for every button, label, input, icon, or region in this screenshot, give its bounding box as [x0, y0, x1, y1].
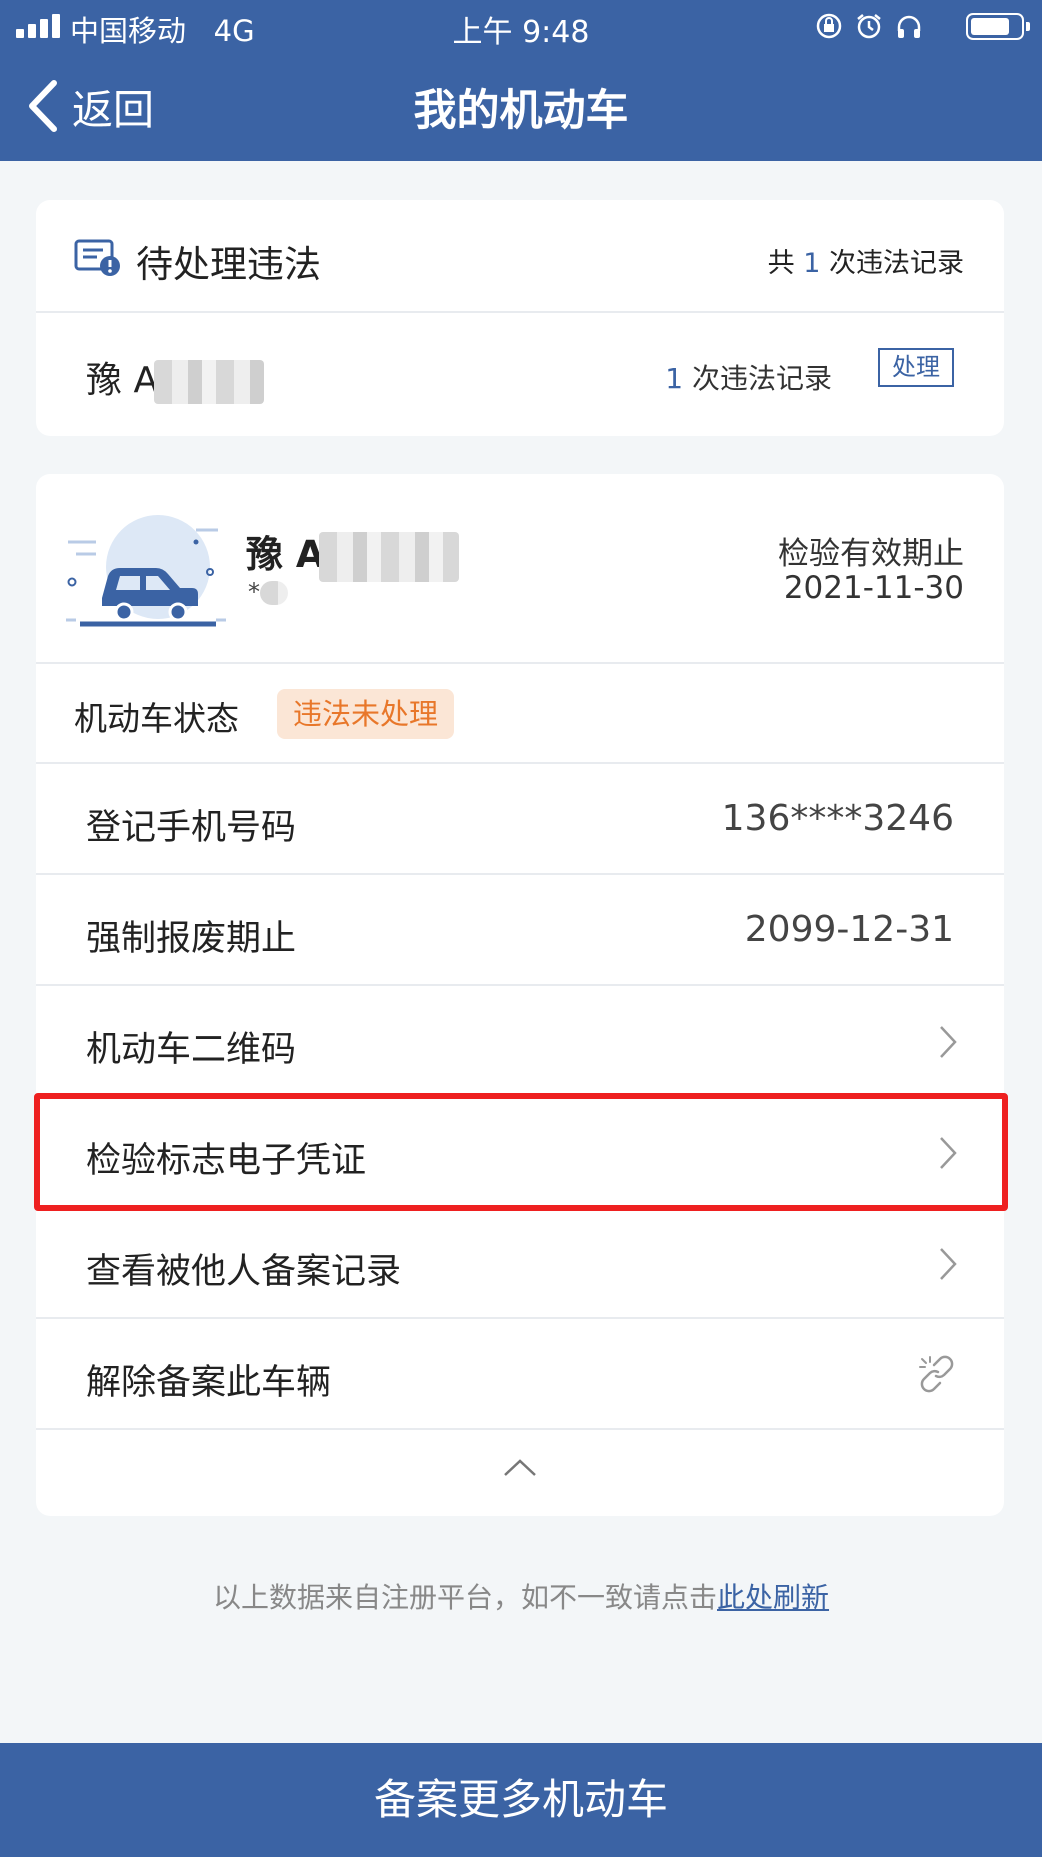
count-number: 1 [665, 362, 684, 395]
plate-text: 豫 A [86, 360, 159, 401]
handle-button[interactable]: 处理 [878, 348, 954, 387]
unbind-vehicle-label: 解除备案此车辆 [86, 1363, 332, 1403]
status-label: 机动车状态 [74, 699, 239, 738]
total-prefix: 共 [767, 248, 804, 279]
qr-code-label: 机动车二维码 [86, 1030, 297, 1070]
header: 中国移动 4G 上午 9:48 返回 我的机动车 [0, 0, 1042, 161]
highlight-annotation [34, 1093, 1008, 1211]
refresh-link[interactable]: 此处刷新 [717, 1581, 829, 1614]
total-count: 1 [803, 248, 821, 279]
status-badge: 违法未处理 [277, 689, 455, 739]
vehicle-sub-text: * [248, 578, 260, 606]
vehicle-card: 豫 A * 检验有效期止 2021-11-30 机动车状态 违法未处理 登记手机… [36, 474, 1004, 1516]
alarm-icon [857, 14, 881, 39]
scrap-date-label: 强制报废期止 [86, 919, 297, 959]
unlink-icon [919, 1355, 954, 1393]
vehicle-plate: 豫 A [246, 524, 459, 582]
count-suffix: 次违法记录 [683, 362, 832, 395]
scrap-date-row: 强制报废期止 2099-12-31 [36, 875, 1004, 986]
violations-header: 待处理违法 共 1 次违法记录 [36, 200, 1004, 313]
footnote: 以上数据来自注册平台，如不一致请点击此处刷新 [0, 1576, 1042, 1616]
plate-mask [154, 360, 265, 404]
chevron-right-icon [940, 1248, 957, 1280]
vehicle-status-row: 机动车状态 违法未处理 [36, 664, 1004, 764]
filing-records-label: 查看被他人备案记录 [86, 1252, 402, 1292]
collapse-row[interactable] [36, 1430, 1004, 1516]
total-suffix: 次违法记录 [820, 248, 964, 279]
footnote-text: 以上数据来自注册平台，如不一致请点击 [212, 1581, 717, 1614]
violation-vehicle-row[interactable]: 豫 A 1 次违法记录 处理 [36, 313, 1004, 436]
vehicle-sub-mask [260, 581, 288, 605]
rotation-lock-icon [816, 13, 842, 39]
page-title: 我的机动车 [413, 86, 629, 136]
vehicle-plate-mask [318, 531, 459, 582]
qr-code-row[interactable]: 机动车二维码 [36, 986, 1004, 1097]
violations-title: 待处理违法 [136, 243, 321, 286]
phone-value: 136****3246 [721, 798, 954, 839]
add-more-vehicles-button[interactable]: 备案更多机动车 [0, 1743, 1042, 1857]
car-icon [66, 515, 226, 627]
inspection-label: 检验有效期止 [778, 536, 964, 572]
scrap-date-value: 2099-12-31 [744, 909, 954, 950]
chevron-right-icon [940, 1026, 957, 1058]
headphones-icon [897, 15, 921, 38]
violations-total: 共 1 次违法记录 [768, 241, 964, 280]
phone-label: 登记手机号码 [86, 808, 297, 848]
vehicle-summary: 豫 A * 检验有效期止 2021-11-30 [36, 474, 1004, 664]
violation-count: 1 次违法记录 [665, 357, 832, 397]
unbind-vehicle-row[interactable]: 解除备案此车辆 [36, 1319, 1004, 1430]
violation-plate: 豫 A [86, 351, 265, 404]
vehicle-sub: * [248, 578, 288, 606]
violation-record-icon [74, 239, 120, 276]
violations-card: 待处理违法 共 1 次违法记录 豫 A 1 次违法记录 处理 [36, 200, 1004, 436]
status-bar: 中国移动 4G 上午 9:48 [0, 0, 1042, 52]
status-icons [814, 10, 924, 42]
vehicle-plate-text: 豫 A [246, 533, 325, 576]
phone-row: 登记手机号码 136****3246 [36, 764, 1004, 875]
chevron-up-icon [504, 1459, 536, 1476]
inspection-date: 2021-11-30 [783, 570, 964, 606]
filing-records-row[interactable]: 查看被他人备案记录 [36, 1208, 1004, 1319]
battery-icon [966, 13, 1030, 40]
